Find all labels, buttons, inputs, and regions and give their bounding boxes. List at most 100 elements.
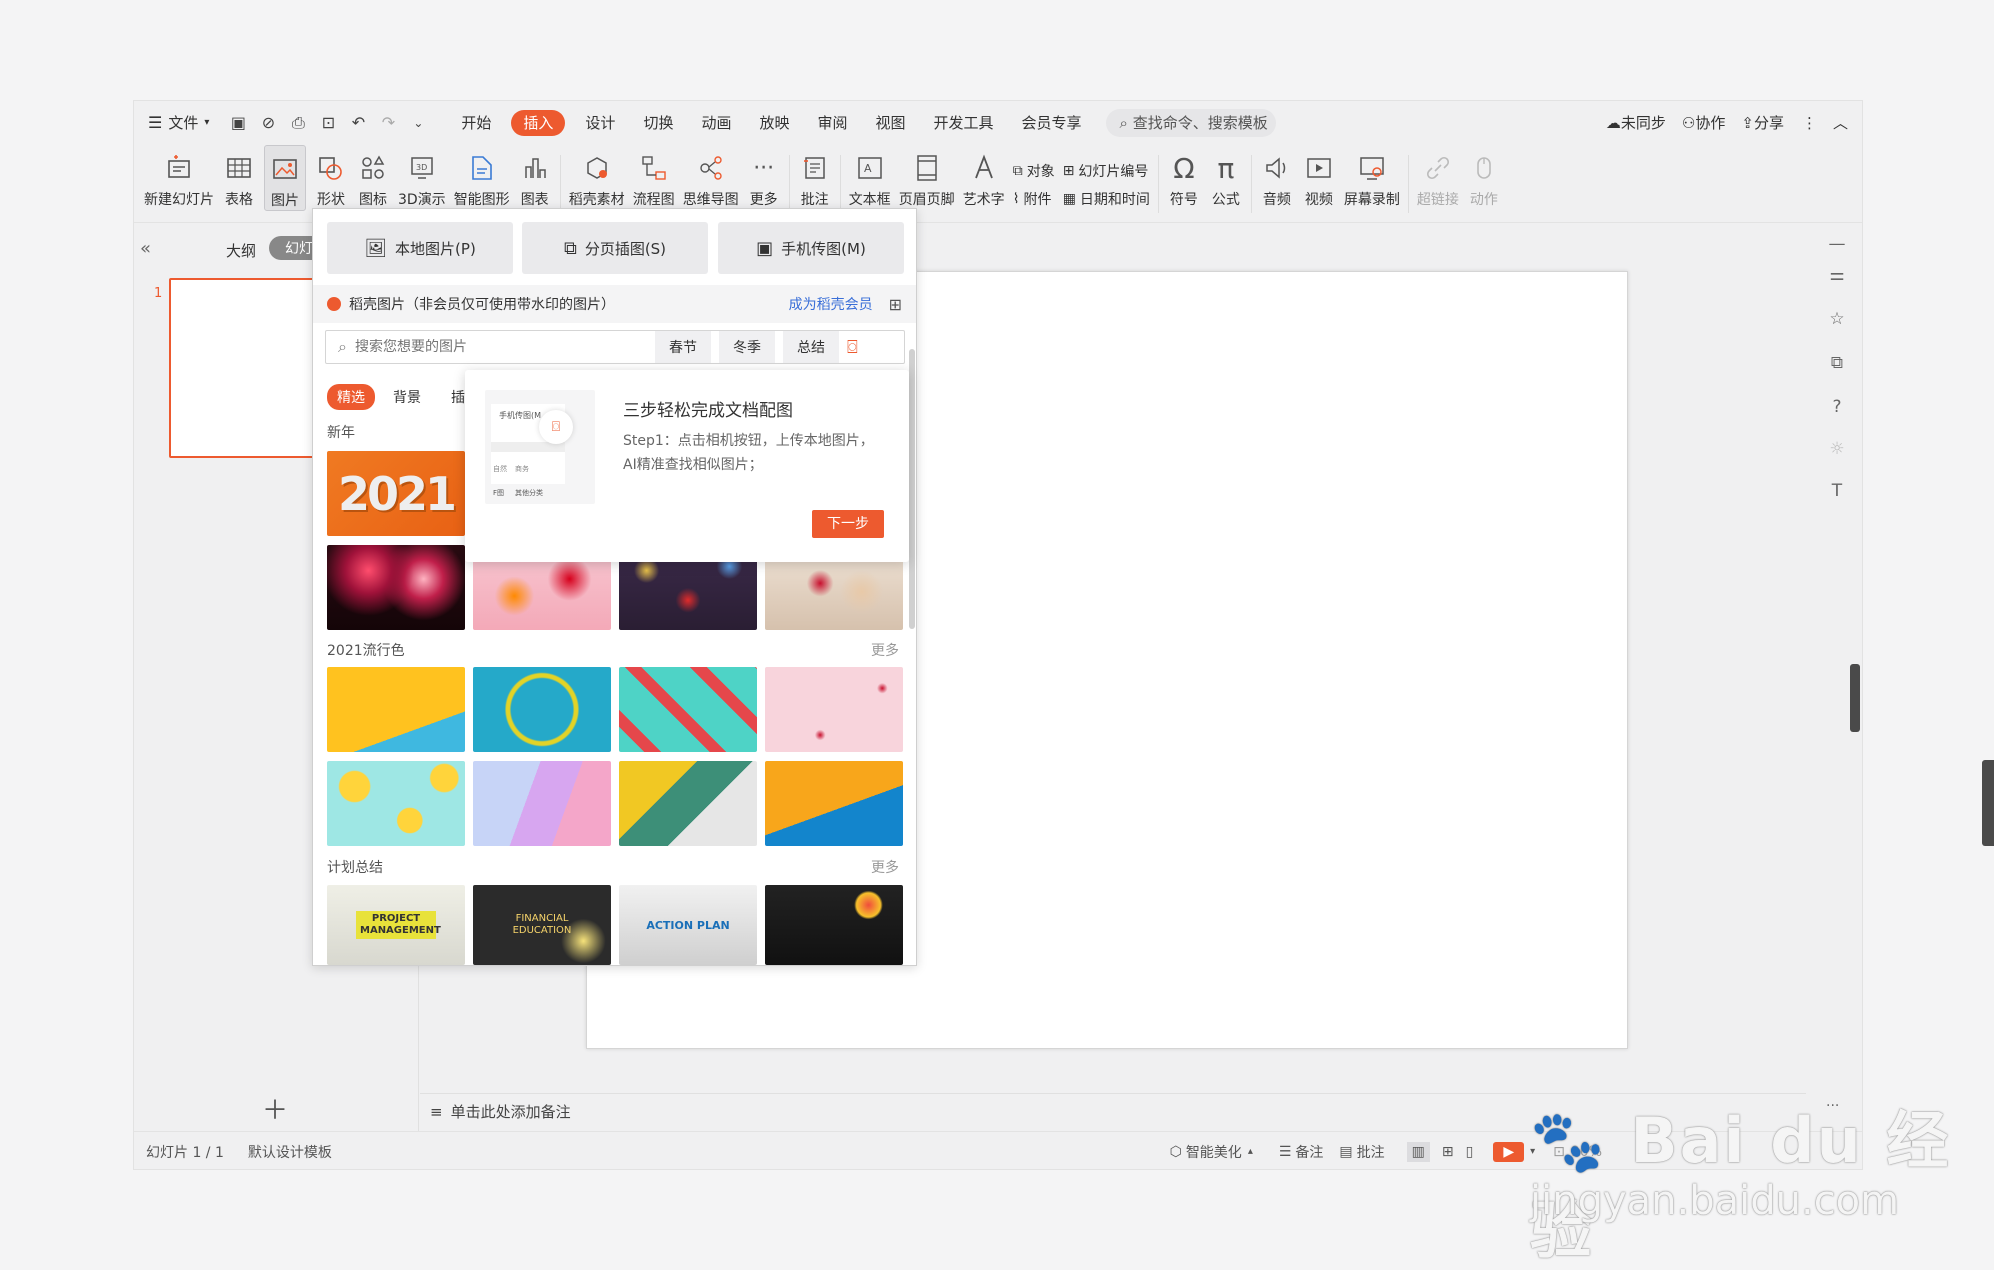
outline-tab[interactable]: 大纲 — [226, 240, 256, 261]
table-button[interactable]: 表格 — [222, 145, 256, 209]
tab-design[interactable]: 设计 — [571, 110, 629, 136]
camera-icon[interactable]: ⌼ — [847, 337, 858, 358]
collapse-ribbon-icon[interactable]: ︿ — [1827, 110, 1862, 136]
design-template[interactable]: 默认设计模板 — [248, 1142, 332, 1162]
new-slide-button[interactable]: 新建幻灯片 — [144, 145, 214, 209]
tip-next-button[interactable]: 下一步 — [812, 510, 884, 538]
screen-record-button[interactable]: 屏幕录制 — [1344, 145, 1400, 209]
thumb-project-management[interactable]: PROJECT MANAGEMENT — [327, 885, 465, 965]
thumb-orange-blue[interactable] — [765, 761, 903, 846]
tab-animation[interactable]: 动画 — [687, 110, 745, 136]
tab-review[interactable]: 审阅 — [803, 110, 861, 136]
print-icon[interactable]: ⎙ — [289, 114, 307, 132]
picture-search-input[interactable] — [354, 339, 655, 355]
collaborate-button[interactable]: ⚇协作 — [1674, 110, 1733, 136]
collapse-pane-icon[interactable]: « — [140, 238, 151, 259]
slide-number-button[interactable]: ⊞ 幻灯片编号 — [1063, 157, 1150, 185]
more-button[interactable]: ··· 更多 — [747, 145, 781, 209]
tag-summary[interactable]: 总结 — [782, 331, 839, 363]
sync-status[interactable]: ☁未同步 — [1598, 110, 1674, 136]
shape-button[interactable]: 形状 — [314, 145, 348, 209]
sidebar-pin-icon[interactable]: ☆ — [1826, 308, 1848, 330]
picture-button[interactable]: 图片 — [264, 145, 306, 211]
file-menu[interactable]: ☰ 文件 ▾ — [134, 110, 223, 136]
thumb-action-plan[interactable]: ACTION PLAN — [619, 885, 757, 965]
thumb-green-yellow[interactable] — [619, 761, 757, 846]
phone-transfer-button[interactable]: ▣ 手机传图(M) — [718, 222, 904, 274]
share-button[interactable]: ⇪分享 — [1733, 110, 1792, 136]
thumb-watermelon[interactable] — [619, 667, 757, 752]
beautify-button[interactable]: ⬡ 智能美化 ▴ — [1170, 1142, 1253, 1162]
thumb-lemons[interactable] — [327, 761, 465, 846]
sidebar-settings-icon[interactable]: ⚌ — [1826, 264, 1848, 286]
edge-scroll-handle[interactable] — [1982, 760, 1994, 846]
add-slide-icon[interactable]: ＋ — [262, 1090, 288, 1127]
redo-icon[interactable]: ↷ — [379, 114, 397, 132]
section-colors-more[interactable]: 更多 — [871, 640, 899, 660]
local-picture-button[interactable]: 🖼 本地图片(P) — [327, 222, 513, 274]
thumb-data-chart[interactable] — [765, 885, 903, 965]
thumb-pink-hearts[interactable] — [765, 667, 903, 752]
tab-view[interactable]: 视图 — [862, 110, 920, 136]
play-button[interactable]: ▶ — [1493, 1141, 1525, 1162]
tab-start[interactable]: 开始 — [447, 110, 505, 136]
paged-insert-button[interactable]: ⧉ 分页插图(S) — [522, 222, 708, 274]
smart-graphic-button[interactable]: 智能图形 — [454, 145, 510, 209]
grid-icon[interactable]: ⊞ — [889, 295, 902, 314]
mindmap-button[interactable]: 思维导图 — [683, 145, 739, 209]
undo-icon[interactable]: ↶ — [349, 114, 367, 132]
sidebar-copy-icon[interactable]: ⧉ — [1826, 352, 1848, 374]
category-illustration[interactable]: 插 — [451, 387, 465, 407]
sorter-view-icon[interactable]: ⊞ — [1442, 1144, 1454, 1160]
sidebar-text-icon[interactable]: T — [1826, 480, 1848, 502]
category-background[interactable]: 背景 — [393, 387, 421, 407]
link-icon[interactable]: ⊘ — [259, 114, 277, 132]
thumb-blue-wreath[interactable] — [473, 667, 611, 752]
flowchart-button[interactable]: 流程图 — [633, 145, 675, 209]
tab-slideshow[interactable]: 放映 — [745, 110, 803, 136]
reading-view-icon[interactable]: ▯ — [1466, 1144, 1474, 1160]
comment-button[interactable]: 批注 — [798, 145, 832, 209]
chart-button[interactable]: 图表 — [518, 145, 552, 209]
normal-view-icon[interactable]: ▥ — [1406, 1141, 1430, 1162]
hyperlink-button[interactable]: 超链接 — [1417, 145, 1459, 209]
wordart-button[interactable]: 艺术字 — [963, 145, 1005, 209]
tag-spring[interactable]: 春节 — [654, 331, 711, 363]
vertical-scrollbar[interactable] — [1794, 229, 1806, 1089]
side-scroll-handle[interactable] — [1850, 664, 1860, 732]
video-button[interactable]: 视频 — [1302, 145, 1336, 209]
icon-button[interactable]: 图标 — [356, 145, 390, 209]
sidebar-help-icon[interactable]: ? — [1826, 396, 1848, 418]
member-link[interactable]: 成为稻壳会员 — [789, 294, 873, 314]
header-footer-button[interactable]: 页眉页脚 — [899, 145, 955, 209]
3d-button[interactable]: 3D 3D演示 — [398, 145, 446, 209]
preview-icon[interactable]: ⊡ — [319, 114, 337, 132]
thumb-fireworks[interactable] — [327, 545, 465, 630]
thumb-2021[interactable]: 2021 — [327, 451, 465, 536]
sidebar-handle-icon[interactable]: — — [1826, 233, 1848, 255]
customize-icon[interactable]: ⌄ — [409, 114, 427, 132]
notes-toggle-button[interactable]: ☰ 备注 — [1279, 1142, 1324, 1162]
tab-transition[interactable]: 切换 — [629, 110, 687, 136]
panel-scrollbar[interactable] — [909, 349, 915, 629]
material-button[interactable]: 稻壳素材 — [569, 145, 625, 209]
tab-developer[interactable]: 开发工具 — [920, 110, 1008, 136]
formula-button[interactable]: π 公式 — [1209, 145, 1243, 209]
comment-toggle-button[interactable]: ▤ 批注 — [1339, 1142, 1384, 1162]
tab-insert[interactable]: 插入 — [511, 110, 566, 136]
symbol-button[interactable]: Ω 符号 — [1167, 145, 1201, 209]
action-button[interactable]: 动作 — [1467, 145, 1501, 209]
save-icon[interactable]: ▣ — [229, 114, 247, 132]
thumb-yellow[interactable] — [327, 667, 465, 752]
category-featured[interactable]: 精选 — [327, 384, 375, 410]
audio-button[interactable]: 音频 — [1260, 145, 1294, 209]
sidebar-idea-icon[interactable]: ☼ — [1826, 438, 1848, 460]
attach-button[interactable]: ⌇ 附件 — [1013, 185, 1055, 213]
command-search[interactable]: ⌕ 查找命令、搜索模板 — [1105, 109, 1276, 137]
tab-member[interactable]: 会员专享 — [1008, 110, 1096, 136]
more-vertical-icon[interactable]: ⋮ — [1792, 110, 1827, 136]
textbox-button[interactable]: A 文本框 — [849, 145, 891, 209]
datetime-button[interactable]: ▦ 日期和时间 — [1063, 185, 1150, 213]
section-plan-more[interactable]: 更多 — [871, 857, 899, 877]
thumb-pastel[interactable] — [473, 761, 611, 846]
